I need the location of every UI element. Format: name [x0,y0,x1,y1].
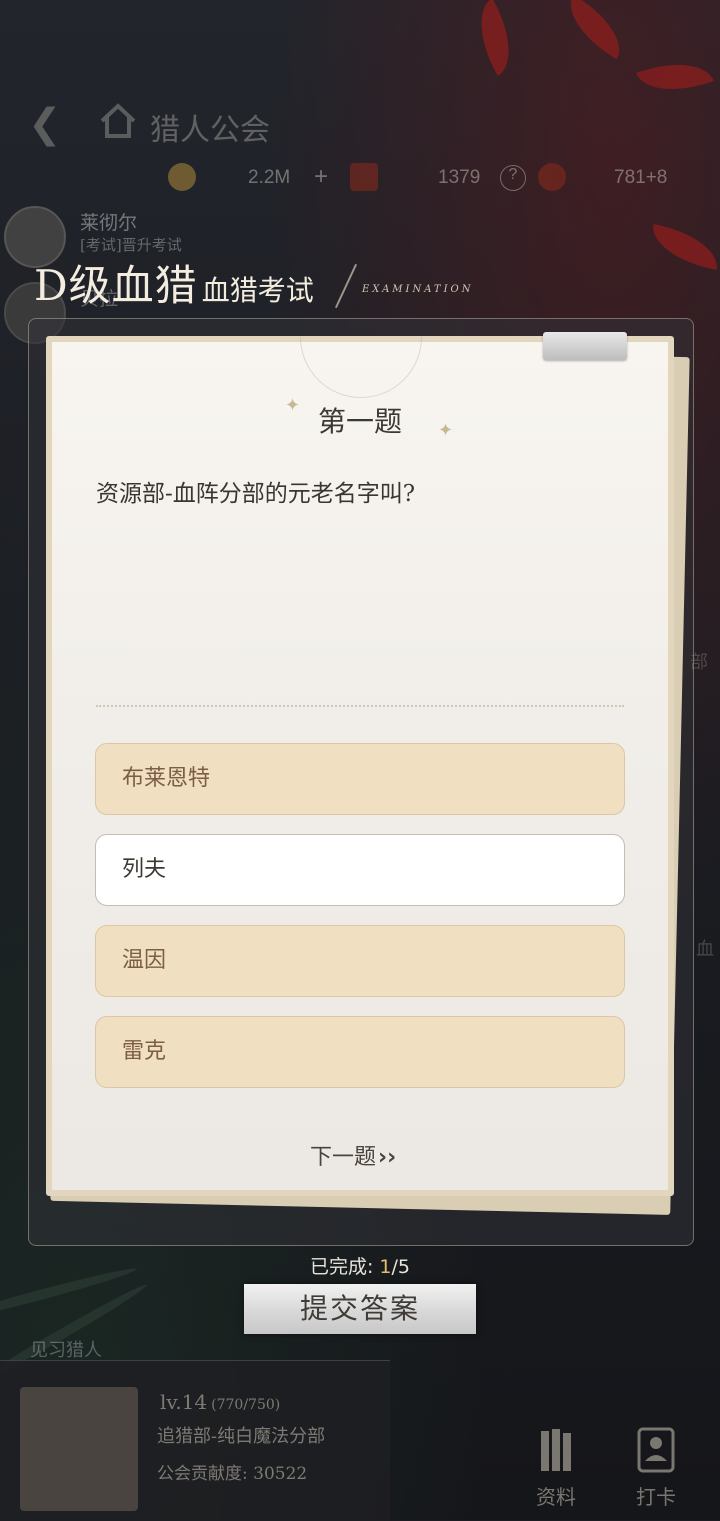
sparkle-icon: ✦ [438,420,454,441]
profile-level: lv.14 (770/750) [160,1390,280,1414]
answer-option-2[interactable]: 列夫 [95,834,625,906]
currency-gem: 1379 ? [350,163,550,195]
currency-emblem: 781+8 [538,163,718,195]
tape-decoration [543,332,627,360]
submit-answer-button[interactable]: 提交答案 [244,1284,476,1334]
next-question-button[interactable]: 下一题›› [310,1139,396,1171]
progress-current: 1 [379,1256,392,1278]
page-title: 猎人公会 [150,113,270,148]
progress-total: /5 [391,1256,411,1278]
option-label: 列夫 [122,857,167,882]
profile-avatar [20,1387,138,1511]
option-label: 布莱恩特 [122,766,211,791]
exp-value: (770/750) [211,1397,281,1413]
materials-label: 资料 [536,1485,576,1509]
red-gem-icon [350,163,378,191]
checkin-label: 打卡 [636,1485,676,1509]
divider [96,705,624,707]
back-icon[interactable]: ❮ [28,101,62,147]
currency-value: 2.2M [248,167,291,188]
progress-label: 已完成: [309,1256,374,1278]
emblem-icon [538,163,566,191]
checkin-button[interactable]: 打卡 [624,1425,688,1515]
option-label: 温因 [122,948,167,973]
exam-subtitle: EXAMINATION [362,284,474,295]
double-chevron-right-icon: ›› [378,1145,397,1170]
sparkle-icon: ✦ [285,395,301,416]
top-bar: ❮ 猎人公会 [0,95,720,155]
answer-option-4[interactable]: 雷克 [95,1016,625,1088]
profile-contribution: 公会贡献度: 30522 [157,1464,308,1484]
help-icon[interactable]: ? [500,165,526,191]
next-label: 下一题 [310,1145,377,1170]
home-icon[interactable] [98,101,138,141]
rank-tag: 见习猎人 [30,1340,102,1361]
question-number: 第一题 [317,405,402,438]
exam-rank: D级血猎 [34,261,198,310]
side-label: 血 [696,939,714,960]
question-text: 资源部-血阵分部的元老名字叫? [96,481,416,507]
side-label: 部 [690,652,708,673]
checkin-badge-icon [637,1427,675,1473]
currency-value: 781+8 [614,167,668,188]
progress-indicator: 已完成: 1/5 [0,1252,720,1279]
currency-value: 1379 [438,167,481,188]
option-label: 雷克 [122,1039,167,1064]
level-value: lv.14 [160,1390,208,1414]
answer-option-3[interactable]: 温因 [95,925,625,997]
submit-label: 提交答案 [299,1292,420,1325]
exam-name: 血猎考试 [201,274,314,307]
profile-department: 追猎部-纯白魔法分部 [157,1426,326,1447]
gold-coin-icon [168,163,196,191]
materials-button[interactable]: 资料 [524,1425,588,1515]
answer-option-1[interactable]: 布莱恩特 [95,743,625,815]
exam-title: D级血猎 血猎考试 [34,252,314,313]
plus-icon[interactable]: + [314,163,328,191]
currency-gold: 2.2M + [168,163,338,195]
chat-name: 莱彻尔 [80,212,138,234]
books-icon [541,1429,571,1471]
